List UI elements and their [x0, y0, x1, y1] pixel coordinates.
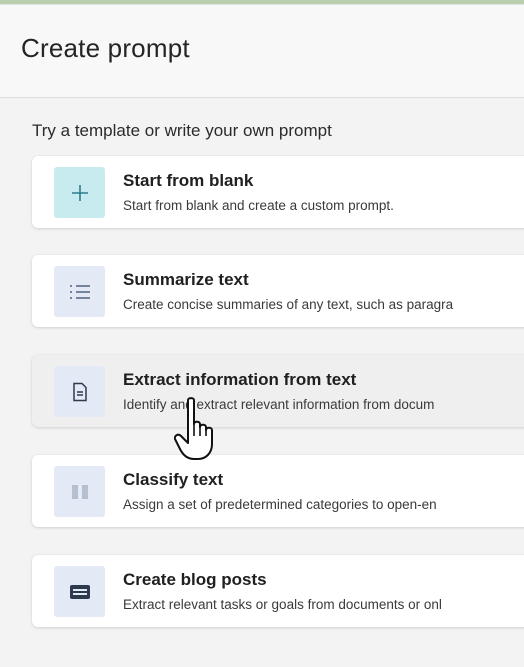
- list-icon: [54, 266, 105, 317]
- template-card-extract-information[interactable]: Extract information from text Identify a…: [32, 355, 524, 427]
- template-subtitle: Try a template or write your own prompt: [32, 121, 332, 140]
- panel-header: Create prompt: [0, 5, 524, 98]
- template-description: Extract relevant tasks or goals from doc…: [123, 597, 442, 612]
- template-description: Start from blank and create a custom pro…: [123, 198, 394, 213]
- template-title: Extract information from text: [123, 370, 357, 389]
- page-title: Create prompt: [21, 33, 190, 63]
- template-card-create-blog-posts[interactable]: Create blog posts Extract relevant tasks…: [32, 555, 524, 627]
- template-description: Create concise summaries of any text, su…: [123, 297, 454, 312]
- columns-icon: [54, 466, 105, 517]
- template-title: Classify text: [123, 470, 224, 489]
- template-card-start-from-blank[interactable]: Start from blank Start from blank and cr…: [32, 156, 524, 228]
- template-description: Assign a set of predetermined categories…: [123, 497, 437, 512]
- plus-icon: [54, 167, 105, 218]
- keyboard-icon: [54, 566, 105, 617]
- template-card-summarize-text[interactable]: Summarize text Create concise summaries …: [32, 255, 524, 327]
- template-title: Create blog posts: [123, 570, 267, 589]
- template-card-classify-text[interactable]: Classify text Assign a set of predetermi…: [32, 455, 524, 527]
- template-description: Identify and extract relevant informatio…: [123, 397, 435, 412]
- template-title: Summarize text: [123, 270, 249, 289]
- template-title: Start from blank: [123, 171, 254, 190]
- document-icon: [54, 366, 105, 417]
- create-prompt-panel: Create prompt Try a template or write yo…: [0, 4, 524, 667]
